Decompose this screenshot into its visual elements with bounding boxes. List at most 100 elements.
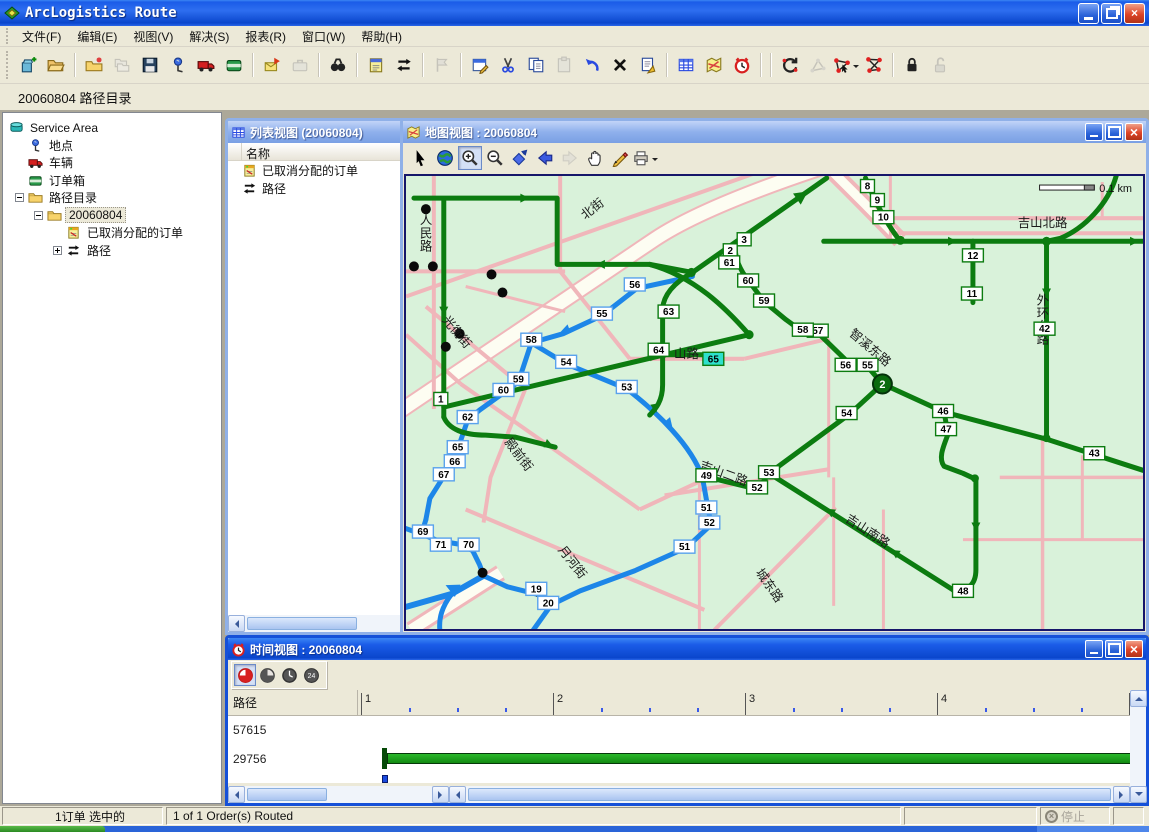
order-box-button[interactable] xyxy=(221,52,247,78)
stop-label-43[interactable]: 43 xyxy=(1084,447,1105,460)
menu-grip[interactable] xyxy=(6,28,10,44)
list-hscrollbar[interactable] xyxy=(228,615,422,632)
map-zoom-in-button[interactable] xyxy=(458,146,482,170)
stop-label-54[interactable]: 54 xyxy=(556,355,577,368)
tree-item-service-area[interactable]: Service Area xyxy=(3,119,221,137)
list-item-label[interactable]: 已取消分配的订单 xyxy=(262,162,358,179)
lock-button[interactable] xyxy=(899,52,925,78)
time-maximize-button[interactable] xyxy=(1105,640,1123,658)
stop-label-54[interactable]: 54 xyxy=(836,407,857,420)
find-button[interactable] xyxy=(325,52,351,78)
menu-reports[interactable]: 报表(R) xyxy=(237,26,294,47)
open-folder-button[interactable] xyxy=(43,52,69,78)
stop-label-53[interactable]: 53 xyxy=(759,466,780,479)
tree-label[interactable]: Service Area xyxy=(27,121,101,135)
stop-label-62[interactable]: 62 xyxy=(457,411,478,424)
tree-label[interactable]: 路径目录 xyxy=(46,189,100,206)
time-window-titlebar[interactable]: 时间视图 : 20060804 xyxy=(228,638,1146,660)
scroll-left-button[interactable] xyxy=(228,786,245,803)
stop-label-65[interactable]: 65 xyxy=(703,352,724,365)
time-vscrollbar[interactable] xyxy=(1130,690,1146,803)
tree-label[interactable]: 车辆 xyxy=(46,154,76,171)
stop-label-1[interactable]: 1 xyxy=(434,392,448,405)
tree-label[interactable]: 20060804 xyxy=(65,207,126,223)
stop-label-55[interactable]: 55 xyxy=(591,307,612,320)
routes-button[interactable] xyxy=(391,52,417,78)
stop-label-60[interactable]: 60 xyxy=(738,274,759,287)
table-view-button[interactable] xyxy=(673,52,699,78)
list-item[interactable]: 路径 xyxy=(228,179,422,197)
duplicate-button[interactable] xyxy=(635,52,661,78)
list-item-label[interactable]: 路径 xyxy=(262,180,286,197)
reload-routes-button[interactable] xyxy=(777,52,803,78)
unassigned-stop-dot[interactable] xyxy=(498,287,508,297)
stop-label-61[interactable]: 61 xyxy=(719,256,740,269)
delete-button[interactable] xyxy=(607,52,633,78)
tree-label[interactable]: 订单箱 xyxy=(46,172,88,189)
tree-item--[interactable]: 已取消分配的订单 xyxy=(3,224,221,242)
tree-item-20060804[interactable]: 20060804 xyxy=(3,207,221,225)
stop-label-46[interactable]: 46 xyxy=(933,405,954,418)
route-column-header[interactable]: 路径 xyxy=(228,690,358,715)
stop-label-52[interactable]: 52 xyxy=(699,516,720,529)
stop-label-8[interactable]: 8 xyxy=(861,180,875,193)
route-row-29756[interactable]: 29756 xyxy=(228,745,1130,774)
stop-label-55[interactable]: 55 xyxy=(857,358,878,371)
list-header-blank[interactable] xyxy=(228,143,242,160)
time-minimize-button[interactable] xyxy=(1085,640,1103,658)
stop-label-56[interactable]: 56 xyxy=(624,278,645,291)
restore-button[interactable] xyxy=(1101,3,1122,24)
map-zoom-selection-button[interactable] xyxy=(508,146,532,170)
stop-label-70[interactable]: 70 xyxy=(458,538,479,551)
cut-button[interactable] xyxy=(495,52,521,78)
stop-label-49[interactable]: 49 xyxy=(696,469,717,482)
stop-label-60[interactable]: 60 xyxy=(493,383,514,396)
menu-solve[interactable]: 解决(S) xyxy=(181,26,237,47)
stop-label-42[interactable]: 42 xyxy=(1034,322,1055,335)
toolbar-grip[interactable] xyxy=(6,51,10,80)
expand-icon[interactable] xyxy=(53,246,62,255)
scroll-right-button2[interactable] xyxy=(1113,786,1130,803)
close-button[interactable]: × xyxy=(1124,3,1145,24)
map-zoom-out-button[interactable] xyxy=(483,146,507,170)
stop-label-67[interactable]: 67 xyxy=(433,468,454,481)
stop-label-56[interactable]: 56 xyxy=(835,358,856,371)
tree-item--[interactable]: 路径 xyxy=(3,242,221,260)
time-close-button[interactable] xyxy=(1125,640,1143,658)
scroll-up-button[interactable] xyxy=(1130,690,1147,707)
minimize-button[interactable] xyxy=(1078,3,1099,24)
map-select-button[interactable] xyxy=(408,146,432,170)
scroll-thumb[interactable] xyxy=(247,617,357,630)
time-view-button[interactable] xyxy=(729,52,755,78)
tree-item--[interactable]: 订单箱 xyxy=(3,172,221,190)
list-header-name[interactable]: 名称 xyxy=(242,143,422,160)
stop-label-58[interactable]: 58 xyxy=(792,323,813,336)
clock-full-button[interactable] xyxy=(278,664,300,686)
clock-three-quarter-button[interactable] xyxy=(256,664,278,686)
map-close-button[interactable] xyxy=(1125,123,1143,141)
unassigned-stop-dot[interactable] xyxy=(441,342,451,352)
scroll-down-button[interactable] xyxy=(1130,786,1147,803)
clock-24-button[interactable]: 24 xyxy=(300,664,322,686)
stop-label-12[interactable]: 12 xyxy=(962,249,983,262)
scroll-thumb[interactable] xyxy=(247,788,327,801)
stop-label-48[interactable]: 48 xyxy=(953,584,974,597)
stop-label-52[interactable]: 52 xyxy=(747,481,768,494)
map-view-button[interactable] xyxy=(701,52,727,78)
stop-label-9[interactable]: 9 xyxy=(870,194,884,207)
map-minimize-button[interactable] xyxy=(1085,123,1103,141)
dropdown-caret-icon[interactable] xyxy=(853,65,859,71)
stop-label-10[interactable]: 10 xyxy=(873,211,894,224)
copy-button[interactable] xyxy=(523,52,549,78)
menu-help[interactable]: 帮助(H) xyxy=(353,26,410,47)
map-globe-button[interactable] xyxy=(433,146,457,170)
rebuild-routes-button[interactable] xyxy=(861,52,887,78)
undo-button[interactable] xyxy=(579,52,605,78)
scroll-right-button[interactable] xyxy=(432,786,449,803)
menu-window[interactable]: 窗口(W) xyxy=(294,26,353,47)
route-time-bar[interactable] xyxy=(387,753,1130,764)
tree-item--[interactable]: 车辆 xyxy=(3,154,221,172)
stop-label-66[interactable]: 66 xyxy=(444,455,465,468)
unassigned-stop-dot[interactable] xyxy=(487,269,497,279)
location-button[interactable] xyxy=(165,52,191,78)
